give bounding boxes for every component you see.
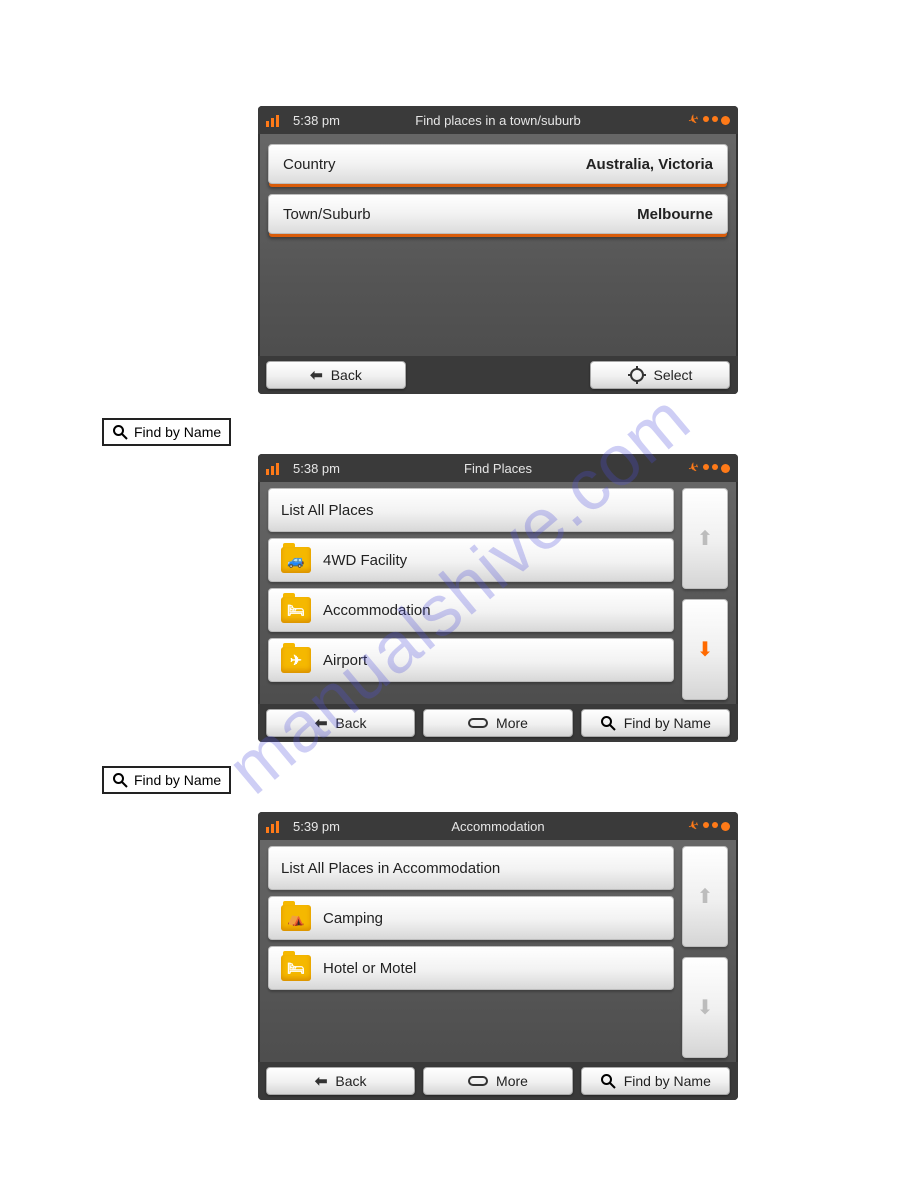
more-icon bbox=[468, 717, 488, 729]
more-button[interactable]: More bbox=[423, 1067, 572, 1095]
list-item-label: List All Places in Accommodation bbox=[281, 860, 500, 877]
back-button[interactable]: ⬅ Back bbox=[266, 361, 406, 389]
button-label: More bbox=[496, 1073, 528, 1089]
scroll-down-button[interactable]: ⬇ bbox=[682, 599, 728, 700]
category-hotel[interactable]: 🛏 Hotel or Motel bbox=[268, 946, 674, 990]
status-bar: 5:38 pm Find places in a town/suburb ✈ bbox=[258, 106, 738, 134]
field-town[interactable]: Town/Suburb Melbourne bbox=[268, 194, 728, 234]
button-label: Find by Name bbox=[134, 772, 221, 788]
button-label: Back bbox=[335, 1073, 366, 1089]
button-label: Find by Name bbox=[134, 424, 221, 440]
category-accommodation[interactable]: 🛏 Accommodation bbox=[268, 588, 674, 632]
search-icon bbox=[600, 715, 616, 731]
screen-find-places-categories: 5:38 pm Find Places ✈ List All Places 🚙 … bbox=[258, 454, 738, 742]
arrow-down-icon: ⬇ bbox=[697, 637, 714, 662]
category-camping[interactable]: ⛺ Camping bbox=[268, 896, 674, 940]
button-label: Back bbox=[331, 367, 362, 383]
scroll-up-button[interactable]: ⬆ bbox=[682, 488, 728, 589]
list-item-label: Accommodation bbox=[323, 602, 431, 619]
button-label: Select bbox=[654, 367, 693, 383]
find-by-name-button[interactable]: Find by Name bbox=[581, 709, 730, 737]
button-label: Find by Name bbox=[624, 715, 711, 731]
footer: ⬅ Back More Find by Name bbox=[258, 704, 738, 742]
search-icon bbox=[112, 424, 128, 440]
field-label: Country bbox=[283, 156, 336, 173]
search-icon bbox=[112, 772, 128, 788]
page-title: Find Places bbox=[258, 461, 738, 476]
field-country[interactable]: Country Australia, Victoria bbox=[268, 144, 728, 184]
list-item-label: Camping bbox=[323, 910, 383, 927]
back-button[interactable]: ⬅ Back bbox=[266, 1067, 415, 1095]
target-icon bbox=[628, 366, 646, 384]
scroll-down-button[interactable]: ⬇ bbox=[682, 957, 728, 1058]
button-label: Back bbox=[335, 715, 366, 731]
find-by-name-callout[interactable]: Find by Name bbox=[102, 418, 231, 446]
list-item-label: Airport bbox=[323, 652, 367, 669]
screen-find-places-town: 5:38 pm Find places in a town/suburb ✈ C… bbox=[258, 106, 738, 394]
status-bar: 5:38 pm Find Places ✈ bbox=[258, 454, 738, 482]
button-label: Find by Name bbox=[624, 1073, 711, 1089]
arrow-left-icon: ⬅ bbox=[315, 1072, 328, 1090]
find-by-name-callout[interactable]: Find by Name bbox=[102, 766, 231, 794]
search-icon bbox=[600, 1073, 616, 1089]
arrow-left-icon: ⬅ bbox=[315, 714, 328, 732]
category-4wd[interactable]: 🚙 4WD Facility bbox=[268, 538, 674, 582]
scroll-up-button[interactable]: ⬆ bbox=[682, 846, 728, 947]
list-all-in-accommodation[interactable]: List All Places in Accommodation bbox=[268, 846, 674, 890]
field-value: Melbourne bbox=[637, 206, 713, 223]
screen-accommodation: 5:39 pm Accommodation ✈ List All Places … bbox=[258, 812, 738, 1100]
folder-icon: ✈ bbox=[281, 647, 311, 673]
list-item-label: List All Places bbox=[281, 502, 374, 519]
folder-icon: ⛺ bbox=[281, 905, 311, 931]
category-airport[interactable]: ✈ Airport bbox=[268, 638, 674, 682]
button-label: More bbox=[496, 715, 528, 731]
find-by-name-button[interactable]: Find by Name bbox=[581, 1067, 730, 1095]
status-bar: 5:39 pm Accommodation ✈ bbox=[258, 812, 738, 840]
select-button[interactable]: Select bbox=[590, 361, 730, 389]
footer: ⬅ Back Select bbox=[258, 356, 738, 394]
arrow-left-icon: ⬅ bbox=[310, 366, 323, 384]
folder-icon: 🛏 bbox=[281, 955, 311, 981]
field-label: Town/Suburb bbox=[283, 206, 371, 223]
more-icon bbox=[468, 1075, 488, 1087]
page-title: Accommodation bbox=[258, 819, 738, 834]
back-button[interactable]: ⬅ Back bbox=[266, 709, 415, 737]
list-item-label: 4WD Facility bbox=[323, 552, 407, 569]
arrow-down-icon: ⬇ bbox=[697, 995, 714, 1020]
folder-icon: 🚙 bbox=[281, 547, 311, 573]
list-item-label: Hotel or Motel bbox=[323, 960, 416, 977]
more-button[interactable]: More bbox=[423, 709, 572, 737]
list-all-places[interactable]: List All Places bbox=[268, 488, 674, 532]
field-value: Australia, Victoria bbox=[586, 156, 713, 173]
arrow-up-icon: ⬆ bbox=[697, 884, 714, 909]
page-title: Find places in a town/suburb bbox=[258, 113, 738, 128]
footer: ⬅ Back More Find by Name bbox=[258, 1062, 738, 1100]
arrow-up-icon: ⬆ bbox=[697, 526, 714, 551]
folder-icon: 🛏 bbox=[281, 597, 311, 623]
